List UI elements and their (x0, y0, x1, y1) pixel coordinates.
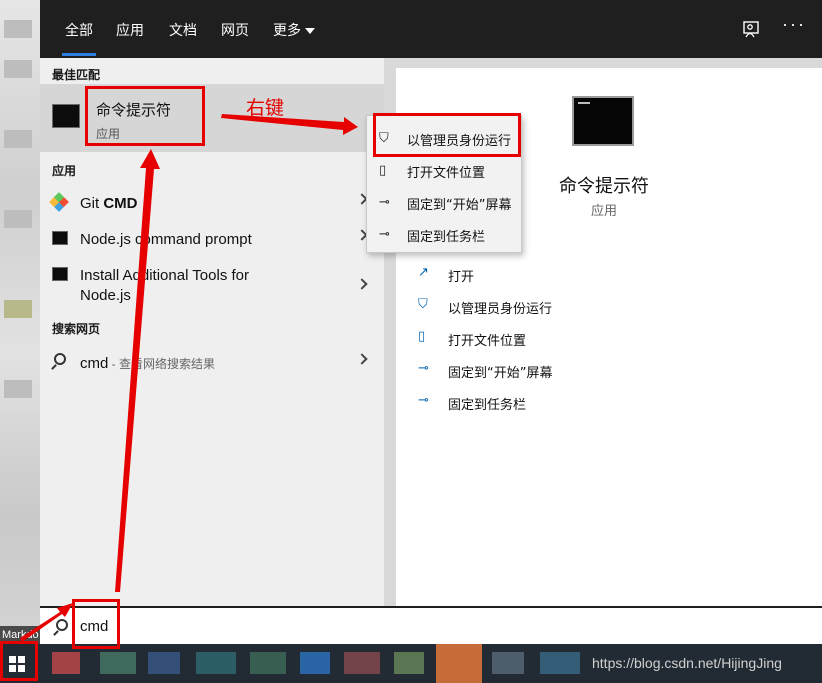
list-item-nodejs-prompt[interactable]: Node.js command prompt (40, 222, 384, 258)
more-options-icon[interactable]: ··· (782, 14, 806, 35)
terminal-icon (572, 96, 634, 146)
annotation-box-search (72, 599, 120, 649)
action-label: 打开 (448, 270, 475, 285)
annotation-label: 右键 (246, 97, 285, 119)
action-label: 打开文件位置 (448, 334, 527, 349)
section-best-match: 最佳匹配 (52, 68, 101, 82)
taskbar: https://blog.csdn.net/HijingJing (0, 644, 822, 683)
annotation-box-start (0, 641, 38, 681)
terminal-icon (52, 104, 80, 128)
git-icon (49, 192, 69, 212)
action-label: 固定到“开始”屏幕 (448, 366, 553, 381)
blurred-desktop-item (4, 20, 32, 38)
menu-item-label: 固定到“开始”屏幕 (407, 198, 512, 213)
app-name: Node.js command prompt (80, 231, 252, 248)
chevron-right-icon[interactable] (356, 278, 368, 290)
menu-item-open-file-location[interactable]: ▯ 打开文件位置 (367, 154, 523, 186)
tab-web[interactable]: 网页 (221, 20, 249, 40)
desktop-background (0, 0, 40, 644)
blurred-desktop-item (4, 380, 32, 398)
blurred-desktop-item (4, 130, 32, 148)
terminal-icon (52, 231, 68, 245)
taskbar-app-icon[interactable] (394, 652, 424, 674)
file-location-icon: ▯ (418, 329, 426, 344)
menu-item-pin-to-taskbar[interactable]: ⊸ 固定到任务栏 (367, 218, 523, 250)
taskbar-app-icon[interactable] (196, 652, 236, 674)
blurred-desktop-item (4, 210, 32, 228)
search-box[interactable]: cmd (40, 606, 822, 644)
pin-icon: ⊸ (379, 194, 390, 209)
feedback-icon[interactable] (742, 20, 760, 38)
list-item-git-cmd[interactable]: Git CMD (40, 186, 384, 222)
taskbar-app-icon[interactable] (148, 652, 180, 674)
tab-more-label: 更多 (273, 23, 301, 39)
web-search-text: cmd - 查看网络搜索结果 (80, 355, 216, 372)
search-icon (54, 353, 66, 365)
tab-more[interactable]: 更多 (273, 20, 315, 40)
taskbar-app-icon[interactable] (436, 644, 482, 683)
menu-item-label: 固定到任务栏 (407, 230, 486, 245)
menu-item-label: 打开文件位置 (407, 166, 486, 181)
app-name: Install Additional Tools for Node.js (80, 267, 249, 304)
blurred-desktop-item (4, 300, 32, 318)
taskbar-app-icon[interactable] (492, 652, 524, 674)
taskbar-app-icon[interactable] (52, 652, 80, 674)
terminal-icon (52, 267, 68, 281)
taskbar-app-icon[interactable] (300, 652, 330, 674)
app-name: Git CMD (80, 195, 138, 212)
pin-icon: ⊸ (379, 226, 390, 241)
annotation-box-best-match (85, 86, 205, 146)
taskbar-app-icon[interactable] (540, 652, 580, 674)
tab-apps[interactable]: 应用 (116, 20, 144, 40)
chevron-right-icon[interactable] (356, 353, 368, 365)
search-icon (56, 619, 68, 631)
action-label: 以管理员身份运行 (448, 302, 553, 317)
web-search-result[interactable]: cmd - 查看网络搜索结果 (40, 346, 384, 382)
taskbar-app-icon[interactable] (344, 652, 380, 674)
file-location-icon: ▯ (379, 162, 387, 177)
search-filter-bar: 全部 应用 文档 网页 更多 ··· (40, 0, 822, 58)
watermark-text: https://blog.csdn.net/HijingJing (592, 655, 782, 671)
annotation-box-run-as-admin (373, 113, 521, 157)
list-item-nodejs-tools[interactable]: Install Additional Tools for Node.js (40, 258, 384, 306)
section-web: 搜索网页 (52, 322, 101, 336)
detail-subtitle: 应用 (591, 204, 618, 219)
blurred-desktop-item (4, 60, 32, 78)
taskbar-app-icon[interactable] (100, 652, 136, 674)
action-label: 固定到任务栏 (448, 398, 527, 413)
pin-icon: ⊸ (418, 361, 429, 376)
open-icon: ↗ (418, 265, 429, 280)
section-apps: 应用 (52, 164, 77, 178)
tab-documents[interactable]: 文档 (169, 20, 197, 40)
shield-icon: ⛉ (418, 297, 428, 312)
taskbar-app-icon[interactable] (250, 652, 286, 674)
tab-all[interactable]: 全部 (62, 20, 96, 56)
menu-item-pin-to-start[interactable]: ⊸ 固定到“开始”屏幕 (367, 186, 523, 218)
pin-icon: ⊸ (418, 393, 429, 408)
detail-title: 命令提示符 (559, 176, 649, 197)
chevron-down-icon (305, 28, 315, 34)
